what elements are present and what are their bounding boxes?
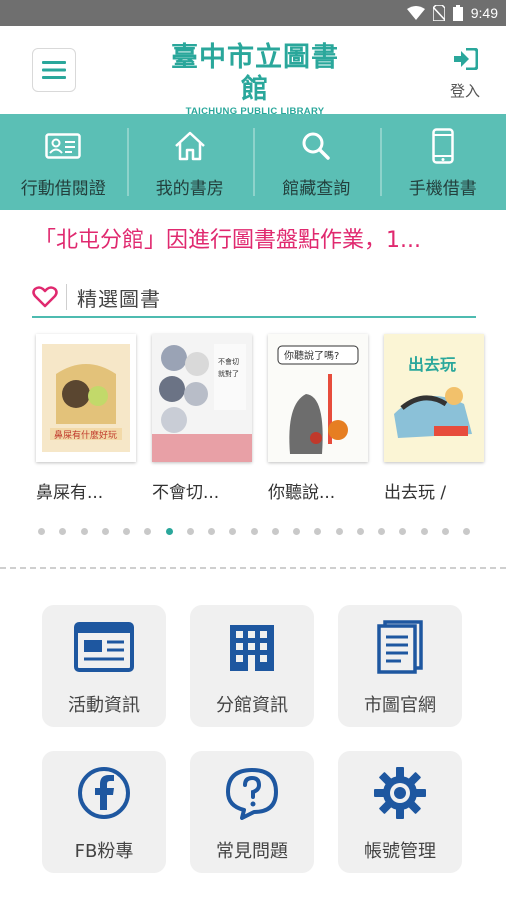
book-card[interactable]: 鼻屎有什麼好玩 鼻屎有... bbox=[36, 334, 136, 504]
library-logo[interactable]: 臺中市立圖書館 TAICHUNG PUBLIC LIBRARY bbox=[170, 42, 340, 117]
no-sim-icon bbox=[432, 5, 445, 21]
tile-label: 市圖官網 bbox=[364, 695, 436, 716]
tile-label: 分館資訊 bbox=[216, 695, 288, 716]
carousel-dots bbox=[38, 528, 470, 536]
book-card[interactable]: 不會切 就對了 不會切... bbox=[152, 334, 252, 504]
carousel-dot[interactable] bbox=[399, 528, 407, 535]
book-title: 鼻屎有... bbox=[36, 483, 104, 503]
featured-books-header: 精選圖書 bbox=[32, 278, 476, 318]
tile-facebook[interactable]: FB粉專 bbox=[42, 751, 166, 873]
tile-label: 帳號管理 bbox=[364, 841, 436, 862]
carousel-dot[interactable] bbox=[463, 528, 470, 535]
book-card[interactable]: 出去玩 出去玩 / bbox=[384, 334, 484, 504]
nav-item-library-card[interactable]: 行動借閱證 bbox=[0, 114, 127, 210]
nav-item-mobile-borrow[interactable]: 手機借書 bbox=[379, 114, 506, 210]
carousel-dot[interactable] bbox=[59, 528, 67, 535]
tile-account[interactable]: 帳號管理 bbox=[338, 751, 462, 873]
svg-text:不會切: 不會切 bbox=[218, 357, 239, 366]
building-icon bbox=[222, 619, 282, 675]
document-icon bbox=[370, 619, 430, 675]
library-card-icon bbox=[45, 128, 81, 164]
section-divider bbox=[66, 284, 67, 310]
heart-icon bbox=[32, 286, 58, 308]
carousel-dot[interactable] bbox=[335, 528, 343, 535]
phone-icon bbox=[425, 128, 461, 164]
login-button[interactable]: 登入 bbox=[442, 47, 488, 100]
book-title: 你聽說... bbox=[268, 483, 336, 503]
carousel-dot[interactable] bbox=[250, 528, 258, 535]
facebook-icon bbox=[74, 765, 134, 821]
search-icon bbox=[298, 128, 334, 164]
carousel-dot[interactable] bbox=[208, 528, 215, 535]
nav-label: 行動借閱證 bbox=[20, 179, 106, 199]
nav-item-my-study[interactable]: 我的書房 bbox=[126, 114, 254, 210]
carousel-dot[interactable] bbox=[165, 528, 173, 535]
tile-events[interactable]: 活動資訊 bbox=[42, 605, 166, 727]
tile-branches[interactable]: 分館資訊 bbox=[190, 605, 314, 727]
feature-tiles: 活動資訊 分館資訊 市圖官網 FB粉專 常見問題 帳號管理 bbox=[42, 605, 466, 873]
carousel-dot[interactable] bbox=[441, 528, 449, 535]
section-separator bbox=[0, 567, 506, 569]
logo-title: 臺中市立圖書館 bbox=[171, 42, 339, 105]
gear-icon bbox=[370, 765, 430, 821]
carousel-dot[interactable] bbox=[38, 528, 45, 535]
carousel-dot[interactable] bbox=[101, 528, 109, 535]
book-cover: 不會切 就對了 bbox=[152, 334, 252, 462]
book-title: 不會切... bbox=[152, 483, 220, 503]
newspaper-icon bbox=[74, 619, 134, 675]
carousel-dot[interactable] bbox=[293, 528, 300, 535]
carousel-dot[interactable] bbox=[123, 528, 130, 535]
book-cover: 出去玩 bbox=[384, 334, 484, 462]
carousel-dot[interactable] bbox=[420, 528, 428, 535]
carousel-dot[interactable] bbox=[80, 528, 88, 535]
svg-text:你聽說了嗎?: 你聽說了嗎? bbox=[284, 349, 339, 362]
svg-text:出去玩: 出去玩 bbox=[408, 355, 456, 374]
tile-label: FB粉專 bbox=[74, 841, 134, 862]
section-title: 精選圖書 bbox=[77, 286, 161, 311]
battery-icon bbox=[452, 5, 463, 21]
app-header: 臺中市立圖書館 TAICHUNG PUBLIC LIBRARY 登入 bbox=[0, 26, 506, 117]
carousel-dot[interactable] bbox=[271, 528, 279, 535]
carousel-dot[interactable] bbox=[314, 528, 322, 535]
book-carousel[interactable]: 鼻屎有什麼好玩 鼻屎有... 不會切 就對了 不會切... 你聽說了嗎? 你聽說… bbox=[36, 334, 484, 504]
book-cover: 你聽說了嗎? bbox=[268, 334, 368, 462]
carousel-dot[interactable] bbox=[144, 528, 152, 535]
status-time: 9:49 bbox=[470, 5, 498, 21]
tile-label: 活動資訊 bbox=[68, 695, 140, 716]
svg-text:就對了: 就對了 bbox=[218, 369, 239, 378]
tile-label: 常見問題 bbox=[216, 841, 288, 862]
wifi-icon bbox=[406, 6, 425, 20]
nav-label: 館藏查詢 bbox=[282, 179, 351, 199]
question-bubble-icon bbox=[222, 765, 282, 821]
nav-label: 手機借書 bbox=[408, 179, 477, 199]
svg-text:鼻屎有什麼好玩: 鼻屎有什麼好玩 bbox=[54, 429, 117, 441]
home-icon bbox=[172, 128, 208, 164]
login-label: 登入 bbox=[449, 82, 480, 100]
book-title: 出去玩 / bbox=[384, 483, 447, 503]
main-nav: 行動借閱證 我的書房 館藏查詢 手機借書 bbox=[0, 114, 506, 210]
nav-label: 我的書房 bbox=[155, 179, 224, 199]
menu-button[interactable] bbox=[32, 48, 76, 92]
status-bar: 9:49 bbox=[0, 0, 506, 26]
book-card[interactable]: 你聽說了嗎? 你聽說... bbox=[268, 334, 368, 504]
carousel-dot[interactable] bbox=[186, 528, 194, 535]
nav-item-catalog-search[interactable]: 館藏查詢 bbox=[253, 114, 380, 210]
carousel-dot[interactable] bbox=[356, 528, 364, 535]
hamburger-menu-icon bbox=[42, 61, 66, 79]
carousel-dot[interactable] bbox=[229, 528, 237, 535]
book-cover: 鼻屎有什麼好玩 bbox=[36, 334, 136, 462]
tile-faq[interactable]: 常見問題 bbox=[190, 751, 314, 873]
carousel-dot[interactable] bbox=[378, 528, 385, 535]
announcement-marquee[interactable]: 「北屯分館」因進行圖書盤點作業，1... bbox=[34, 224, 474, 258]
tile-official-site[interactable]: 市圖官網 bbox=[338, 605, 462, 727]
status-icons: 9:49 bbox=[406, 3, 498, 23]
login-icon bbox=[454, 47, 479, 71]
